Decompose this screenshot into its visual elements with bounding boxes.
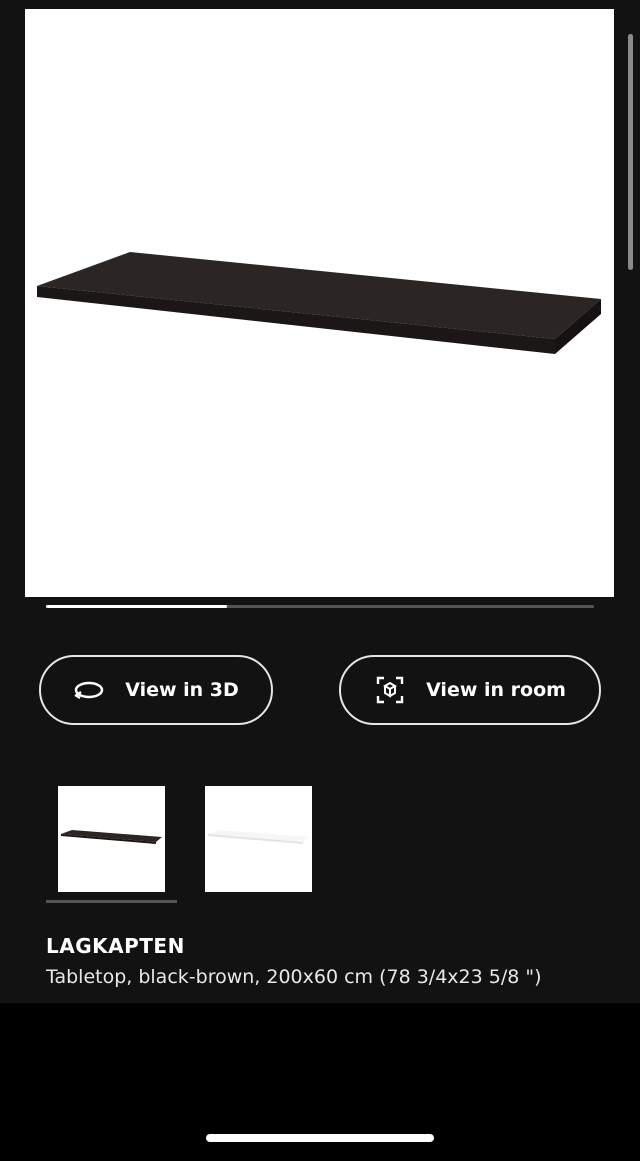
view-in-3d-label: View in 3D [125,679,239,701]
home-indicator[interactable] [206,1134,434,1142]
view-in-3d-button[interactable]: View in 3D [39,655,273,725]
view-in-room-label: View in room [426,679,566,701]
gallery-progress-fill [46,605,227,608]
black-brown-tabletop-thumbnail [61,830,162,844]
tabletop-image [37,252,601,354]
product-name: LAGKAPTEN [46,934,185,958]
product-main-image[interactable] [25,9,614,597]
page-scrollbar[interactable] [628,34,633,270]
product-page: View in 3D View in room LAGKAPTEN Tablet… [0,0,640,1003]
variant-thumbnail-black-brown[interactable] [58,786,165,892]
variant-thumbnail-white[interactable] [205,786,312,892]
ar-cube-icon [374,674,406,706]
product-description: Tabletop, black-brown, 200x60 cm (78 3/4… [46,966,542,988]
scrollbar-thumb[interactable] [628,34,633,270]
white-tabletop-thumbnail [208,830,309,844]
rotate-3d-icon [73,674,105,706]
bottom-safe-area [0,1003,640,1161]
selected-variant-indicator [46,900,177,903]
gallery-progress [46,605,594,608]
view-in-room-button[interactable]: View in room [339,655,601,725]
